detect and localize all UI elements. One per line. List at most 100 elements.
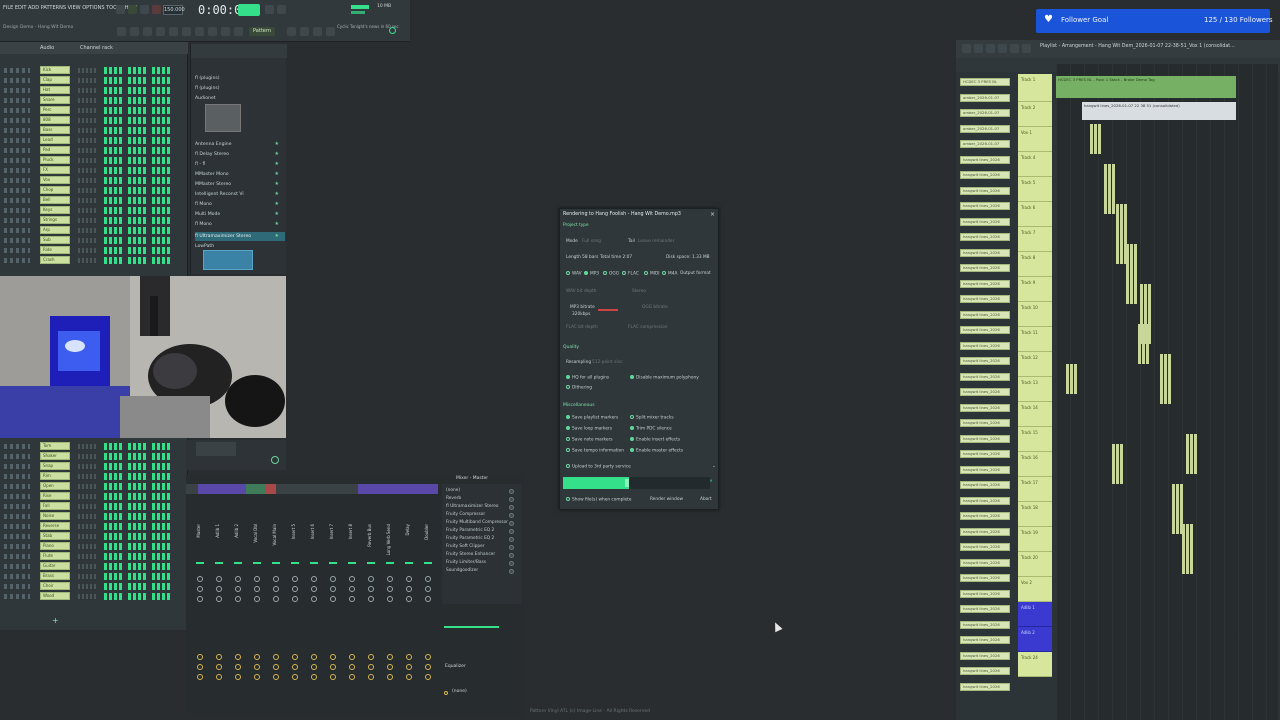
browser-item[interactable]: Multi Mode ★ xyxy=(195,210,285,219)
step-sequencer[interactable] xyxy=(104,593,176,600)
mixer-fx-slot[interactable]: Soundgoodizer xyxy=(446,568,516,575)
channel-volume-knob[interactable] xyxy=(78,68,96,73)
pattern-picker-item[interactable]: hangwit lines_2026 xyxy=(960,651,1010,660)
channel-volume-knob[interactable] xyxy=(78,514,96,519)
step-sequencer[interactable] xyxy=(104,473,176,480)
send-knob[interactable] xyxy=(197,654,203,660)
slot-enable-icon[interactable] xyxy=(509,513,514,518)
mixer-fx-slot[interactable]: Fruity Parametric EQ 2 xyxy=(446,536,516,543)
channel-volume-knob[interactable] xyxy=(78,168,96,173)
pan-knob[interactable] xyxy=(254,586,260,592)
channel-mute-icon[interactable] xyxy=(4,584,30,589)
pan-knob[interactable] xyxy=(292,596,298,602)
channel-row[interactable]: Choir xyxy=(0,582,186,591)
tool-icon[interactable] xyxy=(998,44,1007,53)
slot-enable-icon[interactable] xyxy=(509,521,514,526)
pan-knob[interactable] xyxy=(387,586,393,592)
send-knob[interactable] xyxy=(425,674,431,680)
channel-name-button[interactable]: Rim xyxy=(40,472,70,480)
pattern-clip[interactable] xyxy=(1108,164,1111,214)
pan-knob[interactable] xyxy=(330,576,336,582)
mixer-fx-slot[interactable]: Reverb xyxy=(446,496,516,503)
send-knob[interactable] xyxy=(311,664,317,670)
channel-volume-knob[interactable] xyxy=(78,574,96,579)
channel-mute-icon[interactable] xyxy=(4,228,30,233)
channel-volume-knob[interactable] xyxy=(78,554,96,559)
favorite-icon[interactable]: ★ xyxy=(275,170,279,179)
pattern-picker-item[interactable]: hangwit lines_2026 xyxy=(960,527,1010,536)
send-knob[interactable] xyxy=(330,664,336,670)
send-knob[interactable] xyxy=(254,664,260,670)
pattern-picker-item[interactable]: hangwit lines_2026 xyxy=(960,465,1010,474)
channel-row[interactable]: Vox xyxy=(0,176,186,185)
disable-polyphony-checkbox[interactable]: Disable maximum polyphony xyxy=(630,375,699,381)
browser-item[interactable]: fl Mono ★ xyxy=(195,200,285,209)
send-knob[interactable] xyxy=(330,654,336,660)
step-sequencer[interactable] xyxy=(104,167,176,174)
channel-volume-knob[interactable] xyxy=(78,454,96,459)
channel-mute-icon[interactable] xyxy=(4,258,30,263)
mixer-fx-slot[interactable]: fl Ultramaximizer Stereo xyxy=(446,504,516,511)
channel-mute-icon[interactable] xyxy=(4,474,30,479)
channel-row[interactable]: Strings xyxy=(0,216,186,225)
channel-name-button[interactable]: Shaker xyxy=(40,452,70,460)
channel-mute-icon[interactable] xyxy=(4,504,30,509)
step-sequencer[interactable] xyxy=(104,533,176,540)
channel-row[interactable]: Fall xyxy=(0,502,186,511)
pattern-picker-item[interactable]: amber_2026-01-07 xyxy=(960,140,1010,148)
channel-volume-knob[interactable] xyxy=(78,198,96,203)
browser-item[interactable]: fl (plugins) xyxy=(195,84,285,93)
pattern-clip[interactable] xyxy=(1104,164,1107,214)
pattern-picker-item[interactable]: hangwit lines_2026 xyxy=(960,496,1010,505)
step-sequencer[interactable] xyxy=(104,583,176,590)
mixer-channel-strip[interactable]: Insert 7 xyxy=(325,484,341,714)
pan-knob[interactable] xyxy=(311,586,317,592)
step-sequencer[interactable] xyxy=(104,573,176,580)
pattern-clip[interactable] xyxy=(1070,364,1073,394)
browser-item[interactable]: Intelligent Reconst Vi ★ xyxy=(195,190,285,199)
favorite-icon[interactable]: ★ xyxy=(275,160,279,169)
pattern-picker-item[interactable]: hangwit lines_2026 xyxy=(960,326,1010,334)
track-header[interactable]: Track 2 xyxy=(1018,102,1052,127)
channel-name-button[interactable]: Flute xyxy=(40,552,70,560)
channel-mute-icon[interactable] xyxy=(4,574,30,579)
channel-volume-knob[interactable] xyxy=(78,464,96,469)
pan-knob[interactable] xyxy=(273,586,279,592)
tool-icon[interactable] xyxy=(986,44,995,53)
snap-icon[interactable] xyxy=(313,27,322,36)
channel-mute-icon[interactable] xyxy=(4,248,30,253)
tool-icon[interactable] xyxy=(221,27,230,36)
pan-knob[interactable] xyxy=(349,596,355,602)
channel-row[interactable]: Open xyxy=(0,482,186,491)
play-mode-icon[interactable] xyxy=(116,5,125,14)
channel-row[interactable]: Pluck xyxy=(0,156,186,165)
slot-enable-icon[interactable] xyxy=(509,537,514,542)
pan-knob[interactable] xyxy=(368,586,374,592)
browser-item[interactable]: fl Mono ★ xyxy=(195,220,285,229)
channel-row[interactable]: Keys xyxy=(0,206,186,215)
snap-icon[interactable] xyxy=(287,27,296,36)
pan-knob[interactable] xyxy=(197,586,203,592)
tool-icon[interactable] xyxy=(117,27,126,36)
browser-item[interactable]: MMaster Mono ★ xyxy=(195,170,285,179)
send-knob[interactable] xyxy=(235,664,241,670)
channel-mute-icon[interactable] xyxy=(4,524,30,529)
channel-row[interactable]: Stab xyxy=(0,532,186,541)
pattern-clip[interactable] xyxy=(1130,244,1133,304)
send-knob[interactable] xyxy=(311,674,317,680)
track-header[interactable]: Adlib 2 xyxy=(1018,627,1052,652)
step-sequencer[interactable] xyxy=(104,147,176,154)
favorite-icon[interactable]: ★ xyxy=(275,232,279,241)
option-checkbox[interactable]: Save note markers xyxy=(566,437,613,443)
pan-knob[interactable] xyxy=(387,576,393,582)
pan-knob[interactable] xyxy=(406,576,412,582)
channel-mute-icon[interactable] xyxy=(4,168,30,173)
pattern-picker-item[interactable]: hangwit lines_2026 xyxy=(960,667,1010,675)
send-knob[interactable] xyxy=(292,664,298,670)
send-knob[interactable] xyxy=(216,664,222,670)
send-knob[interactable] xyxy=(368,654,374,660)
channel-name-button[interactable]: Tom xyxy=(40,442,70,450)
loop-record-icon[interactable] xyxy=(277,5,286,14)
pattern-picker-item[interactable]: hangwit lines_2026 xyxy=(960,574,1010,582)
tool-icon[interactable] xyxy=(974,44,983,53)
